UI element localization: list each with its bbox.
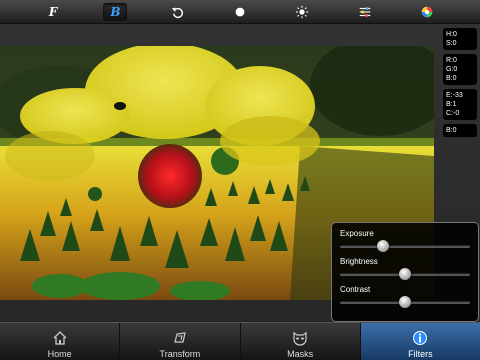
saturation-readout: S:0 [446,40,457,47]
blue-readout: B:0 [446,75,457,82]
contrast-readout: C:-0 [446,110,460,117]
mask-icon [293,331,307,346]
exposure-track [340,245,470,248]
brightness-control: Brightness [340,257,470,281]
brightness-label: Brightness [340,257,378,266]
undo-button[interactable] [166,3,190,21]
circle-button[interactable] [228,3,252,21]
brightness-button[interactable] [290,3,314,21]
exposure-slider[interactable] [340,239,470,253]
color-info-panel: H:0 S:0 R:0 G:0 B:0 E:-33 B:1 C:-0 B:0 [443,28,477,141]
bold-button[interactable]: B [103,2,128,21]
circle-icon [235,7,245,16]
hue-saturation-box: H:0 S:0 [443,28,477,50]
sliders-icon [359,6,370,17]
bottom-tab-bar: Home Transform Masks Filters [0,322,480,360]
font-italic-button[interactable]: F [41,3,65,21]
green-readout: G:0 [446,66,458,73]
contrast-label: Contrast [340,285,371,294]
tab-transform-label: Transform [159,349,201,359]
tab-transform[interactable]: Transform [120,323,241,360]
sliders-button[interactable] [353,3,377,21]
info-icon [413,331,428,345]
brightness-slider[interactable] [340,267,470,281]
tab-filters-label: Filters [408,349,433,359]
tab-home[interactable]: Home [0,323,121,360]
exposure-readout: E:-33 [446,92,463,99]
undo-icon [171,7,183,18]
tab-masks-label: Masks [287,349,314,359]
color-wheel-icon [421,6,433,17]
rgb-box: R:0 G:0 B:0 [443,54,477,85]
exposure-brightness-contrast-box: E:-33 B:1 C:-0 [443,89,477,120]
contrast-control: Contrast [340,285,470,309]
home-icon [53,331,67,345]
exposure-label: Exposure [340,229,374,238]
hue-readout: H:0 [446,31,457,38]
app-window: F B H:0 S:0 R:0 G:0 B:0 E:-33 B:1 C:-0 B… [0,0,480,360]
exposure-knob[interactable] [376,240,389,252]
exposure-control: Exposure [340,229,470,253]
blur-readout: B:0 [446,127,457,134]
top-toolbar: F B [0,0,480,24]
tab-masks[interactable]: Masks [241,323,361,360]
tab-home-label: Home [47,349,72,359]
blur-box: B:0 [443,124,477,137]
brightness-readout: B:1 [446,101,457,108]
transform-icon [174,332,186,343]
brightness-icon [296,5,309,18]
color-wheel-button[interactable] [415,3,439,21]
adjustment-panel: Exposure Brightness Contrast [331,222,479,322]
contrast-knob[interactable] [399,296,411,308]
tab-filters[interactable]: Filters [360,323,480,360]
contrast-slider[interactable] [340,295,470,309]
brightness-knob[interactable] [399,268,411,280]
red-readout: R:0 [446,57,457,64]
